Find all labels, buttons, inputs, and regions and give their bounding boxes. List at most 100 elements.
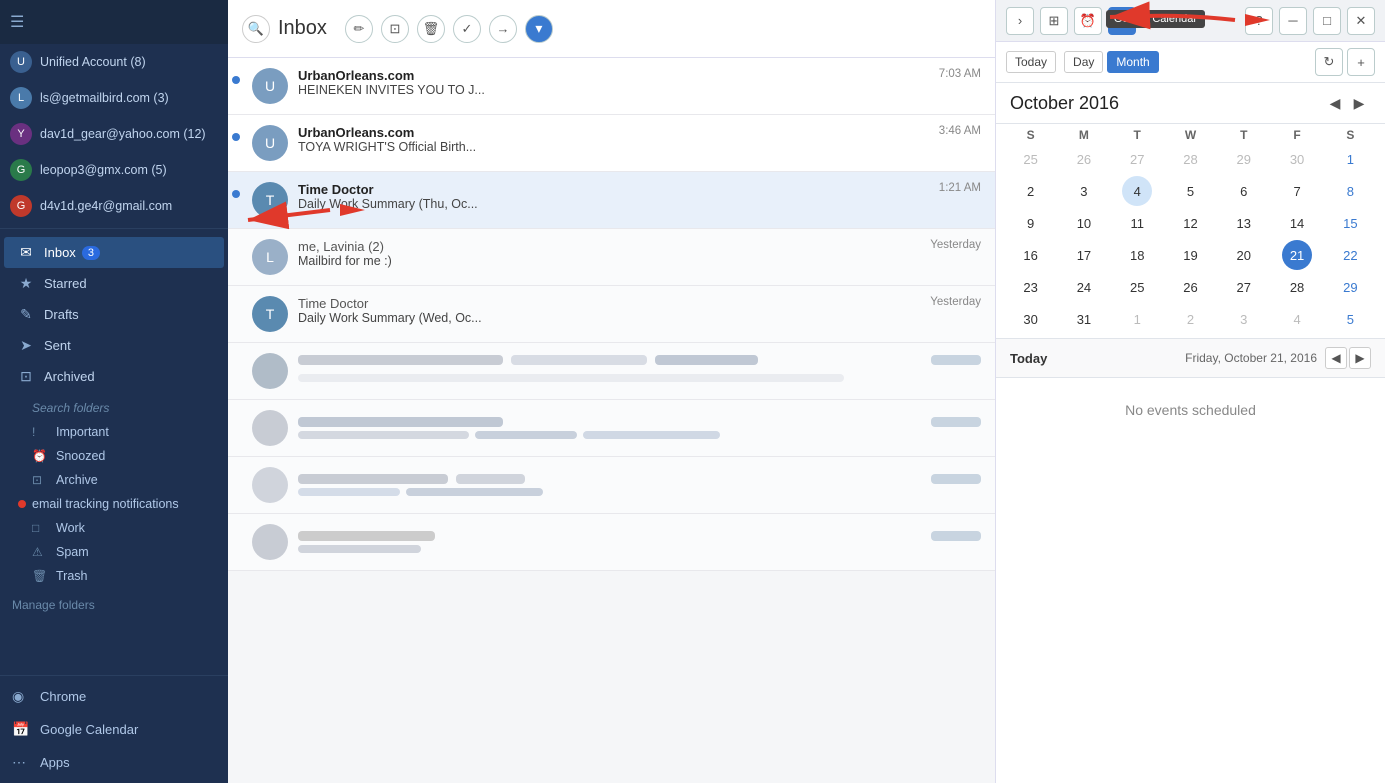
mark-button[interactable]: ✓ bbox=[453, 15, 481, 43]
cal-day[interactable]: 3 bbox=[1229, 304, 1259, 334]
sidebar-item-starred[interactable]: ★ Starred bbox=[4, 268, 224, 299]
sidebar-item-sent[interactable]: ➤ Sent bbox=[4, 330, 224, 361]
cal-day[interactable]: 26 bbox=[1069, 144, 1099, 174]
hamburger-icon[interactable]: ☰ bbox=[10, 12, 24, 32]
cal-day[interactable]: 9 bbox=[1016, 208, 1046, 238]
next-day-button[interactable]: ▶ bbox=[1349, 347, 1371, 369]
cal-day[interactable]: 25 bbox=[1016, 144, 1046, 174]
folder-trash[interactable]: 🗑 Trash bbox=[0, 564, 228, 588]
cal-day[interactable]: 29 bbox=[1229, 144, 1259, 174]
sent-label: Sent bbox=[44, 338, 71, 353]
cal-day[interactable]: 4 bbox=[1282, 304, 1312, 334]
maximize-button[interactable]: □ bbox=[1313, 7, 1341, 35]
folder-important[interactable]: ! Important bbox=[0, 420, 228, 444]
cal-day[interactable]: 12 bbox=[1175, 208, 1205, 238]
cal-day[interactable]: 10 bbox=[1069, 208, 1099, 238]
cal-day[interactable]: 28 bbox=[1175, 144, 1205, 174]
account-leo[interactable]: G leopop3@gmx.com (5) bbox=[0, 152, 228, 188]
cal-day[interactable]: 29 bbox=[1335, 272, 1365, 302]
grid-view-button[interactable]: ⊞ bbox=[1040, 7, 1068, 35]
cal-day-today[interactable]: 21 bbox=[1282, 240, 1312, 270]
prev-day-button[interactable]: ◀ bbox=[1325, 347, 1347, 369]
folder-spam[interactable]: ⚠ Spam bbox=[0, 540, 228, 564]
cal-day[interactable]: 14 bbox=[1282, 208, 1312, 238]
help-button[interactable]: ? bbox=[1245, 7, 1273, 35]
refresh-button[interactable]: ↻ bbox=[1315, 48, 1343, 76]
folder-archive[interactable]: ⊡ Archive bbox=[0, 468, 228, 492]
cal-day[interactable]: 31 bbox=[1069, 304, 1099, 334]
folder-email-tracking[interactable]: email tracking notifications bbox=[0, 492, 228, 516]
cal-day[interactable]: 8 bbox=[1335, 176, 1365, 206]
sidebar-item-chrome[interactable]: ◉ Chrome bbox=[0, 680, 228, 713]
cal-day[interactable]: 26 bbox=[1175, 272, 1205, 302]
sidebar-item-archived[interactable]: ⊡ Archived bbox=[4, 361, 224, 392]
blurred-email-item[interactable] bbox=[228, 400, 995, 457]
cal-day[interactable]: 5 bbox=[1175, 176, 1205, 206]
cal-day[interactable]: 4 bbox=[1122, 176, 1152, 206]
cal-day[interactable]: 23 bbox=[1016, 272, 1046, 302]
search-folders[interactable]: Search folders bbox=[0, 396, 228, 420]
cal-day[interactable]: 1 bbox=[1335, 144, 1365, 174]
sidebar-item-google-calendar[interactable]: 📅 Google Calendar bbox=[0, 713, 228, 746]
cal-day[interactable]: 2 bbox=[1175, 304, 1205, 334]
cal-day[interactable]: 19 bbox=[1175, 240, 1205, 270]
account-ls[interactable]: L ls@getmailbird.com (3) bbox=[0, 80, 228, 116]
email-item[interactable]: T Time Doctor Daily Work Summary (Wed, O… bbox=[228, 286, 995, 343]
cal-day[interactable]: 13 bbox=[1229, 208, 1259, 238]
cal-day[interactable]: 30 bbox=[1282, 144, 1312, 174]
email-item[interactable]: U UrbanOrleans.com TOYA WRIGHT'S Officia… bbox=[228, 115, 995, 172]
cal-day[interactable]: 28 bbox=[1282, 272, 1312, 302]
sidebar-item-inbox[interactable]: ✉ Inbox 3 bbox=[4, 237, 224, 268]
blurred-email-item[interactable] bbox=[228, 514, 995, 571]
account-dav[interactable]: Y dav1d_gear@yahoo.com (12) bbox=[0, 116, 228, 152]
next-month-button[interactable]: ▶ bbox=[1347, 91, 1371, 115]
cal-day[interactable]: 27 bbox=[1229, 272, 1259, 302]
close-button[interactable]: ✕ bbox=[1347, 7, 1375, 35]
cal-day[interactable]: 5 bbox=[1335, 304, 1365, 334]
folder-work[interactable]: □ Work bbox=[0, 516, 228, 540]
cal-day[interactable]: 24 bbox=[1069, 272, 1099, 302]
cal-day[interactable]: 1 bbox=[1122, 304, 1152, 334]
delete-button[interactable]: 🗑 bbox=[417, 15, 445, 43]
cal-day[interactable]: 16 bbox=[1016, 240, 1046, 270]
cal-day[interactable]: 25 bbox=[1122, 272, 1152, 302]
email-item[interactable]: L me, Lavinia (2) Mailbird for me :) Yes… bbox=[228, 229, 995, 286]
sidebar-item-apps[interactable]: ⋯ Apps bbox=[0, 746, 228, 779]
archive-button[interactable]: ⊡ bbox=[381, 15, 409, 43]
email-item[interactable]: T Time Doctor Daily Work Summary (Thu, O… bbox=[228, 172, 995, 229]
expand-button[interactable]: › bbox=[1006, 7, 1034, 35]
cal-day[interactable]: 7 bbox=[1282, 176, 1312, 206]
cal-day[interactable]: 15 bbox=[1335, 208, 1365, 238]
cal-day[interactable]: 17 bbox=[1069, 240, 1099, 270]
sidebar-item-drafts[interactable]: ✎ Drafts bbox=[4, 299, 224, 330]
add-event-button[interactable]: + bbox=[1347, 48, 1375, 76]
cal-day[interactable]: 27 bbox=[1122, 144, 1152, 174]
cal-day[interactable]: 3 bbox=[1069, 176, 1099, 206]
compose-button[interactable]: ✏ bbox=[345, 15, 373, 43]
cal-day[interactable]: 22 bbox=[1335, 240, 1365, 270]
today-button[interactable]: Today bbox=[1006, 51, 1056, 73]
minimize-button[interactable]: ─ bbox=[1279, 7, 1307, 35]
view-toggle: Day Month bbox=[1064, 51, 1159, 73]
prev-month-button[interactable]: ◀ bbox=[1323, 91, 1347, 115]
move-button[interactable]: → bbox=[489, 15, 517, 43]
manage-folders[interactable]: Manage folders bbox=[0, 592, 228, 618]
search-button[interactable]: 🔍 bbox=[242, 15, 270, 43]
account-unified[interactable]: U Unified Account (8) bbox=[0, 44, 228, 80]
more-button[interactable]: ▾ bbox=[525, 15, 553, 43]
cal-day[interactable]: 6 bbox=[1229, 176, 1259, 206]
cal-day[interactable]: 18 bbox=[1122, 240, 1152, 270]
folder-snoozed[interactable]: ⏰ Snoozed bbox=[0, 444, 228, 468]
cal-day[interactable]: 2 bbox=[1016, 176, 1046, 206]
blurred-email-item[interactable] bbox=[228, 457, 995, 514]
month-view-button[interactable]: Month bbox=[1107, 51, 1158, 73]
day-view-button[interactable]: Day bbox=[1064, 51, 1103, 73]
day-header-t2: T bbox=[1217, 128, 1270, 142]
cal-day[interactable]: 30 bbox=[1016, 304, 1046, 334]
blurred-email-item[interactable] bbox=[228, 343, 995, 400]
account-d4v[interactable]: G d4v1d.ge4r@gmail.com bbox=[0, 188, 228, 224]
cal-day[interactable]: 20 bbox=[1229, 240, 1259, 270]
clock-button[interactable]: ⏰ bbox=[1074, 7, 1102, 35]
email-item[interactable]: U UrbanOrleans.com HEINEKEN INVITES YOU … bbox=[228, 58, 995, 115]
cal-day[interactable]: 11 bbox=[1122, 208, 1152, 238]
